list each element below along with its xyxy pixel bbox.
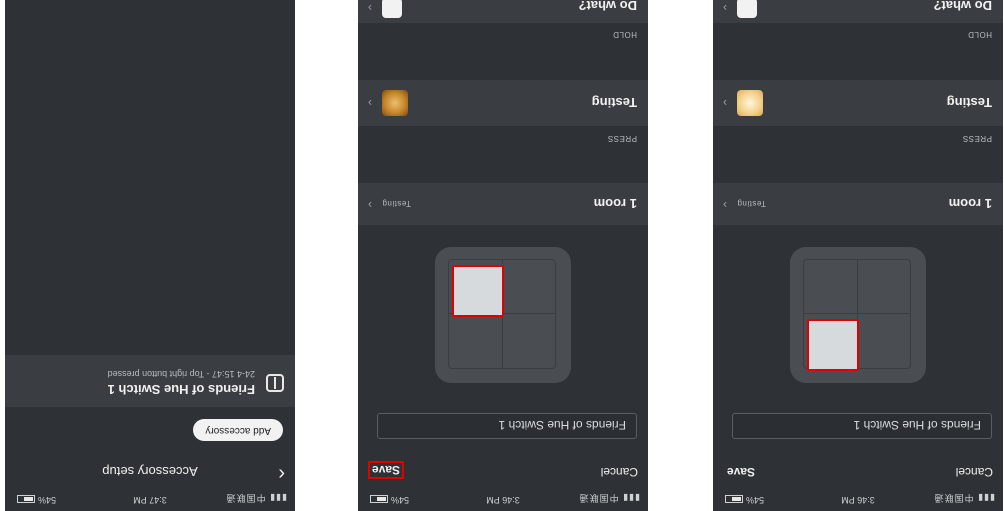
pressed-button-highlight xyxy=(807,319,859,371)
phone-screen-switch-config-b: ▮▮▮ 中国联通 3:46 PM 54% Cancel Save Friends… xyxy=(713,0,1003,511)
battery-icon xyxy=(725,495,743,504)
scene-row[interactable]: Testing › xyxy=(713,80,1003,126)
nav-bar: Cancel Save xyxy=(713,455,1003,489)
room-label: 1 room xyxy=(948,196,992,211)
switch-name-field[interactable]: Friends of Hue Switch 1 xyxy=(377,413,637,439)
switch-button-top-right[interactable] xyxy=(449,314,502,368)
cancel-button[interactable]: Cancel xyxy=(601,465,638,479)
battery-percent: 54% xyxy=(746,495,765,505)
hold-action-row[interactable]: Do what? › xyxy=(713,0,1003,23)
switch-name-field[interactable]: Friends of Hue Switch 1 xyxy=(732,413,992,439)
chevron-right-icon: › xyxy=(368,1,372,15)
hold-action-row[interactable]: Do what? › xyxy=(358,0,648,23)
room-value: Testing xyxy=(382,199,411,208)
battery-percent: 54% xyxy=(38,495,57,505)
battery-indicator: 54% xyxy=(370,495,409,505)
phone-screen-switch-config-a: ▮▮▮ 中国联通 3:46 PM 54% Cancel Save Friends… xyxy=(358,0,648,511)
room-row[interactable]: 1 room Testing › xyxy=(713,183,1003,225)
press-section-label: PRESS xyxy=(962,134,992,143)
room-row[interactable]: 1 room Testing › xyxy=(358,183,648,225)
phone-screen-accessory-setup: ▮▮▮ 中国联通 3:47 PM 54% ‹ Accessory setup A… xyxy=(5,0,295,511)
screen-content-rotated: ▮▮▮ 中国联通 3:46 PM 54% Cancel Save Friends… xyxy=(713,0,1003,511)
status-bar: ▮▮▮ 中国联通 3:47 PM 54% xyxy=(5,489,295,511)
nav-bar: Cancel Save xyxy=(358,455,648,489)
chevron-right-icon: › xyxy=(723,96,727,110)
add-accessory-button[interactable]: Add accessory xyxy=(193,419,283,441)
screen-content-rotated: ▮▮▮ 中国联通 3:46 PM 54% Cancel Save Friends… xyxy=(358,0,648,511)
battery-icon xyxy=(370,495,388,504)
switch-button-bottom-right[interactable] xyxy=(804,260,857,313)
switch-button-top-left[interactable] xyxy=(858,314,910,368)
battery-indicator: 54% xyxy=(725,495,764,505)
status-bar: ▮▮▮ 中国联通 3:46 PM 54% xyxy=(358,489,648,511)
scene-thumbnail xyxy=(737,90,763,116)
switch-diagram xyxy=(790,247,926,383)
battery-percent: 54% xyxy=(391,495,410,505)
room-value: Testing xyxy=(737,199,766,208)
nav-bar: ‹ Accessory setup xyxy=(5,455,295,489)
battery-indicator: 54% xyxy=(17,495,56,505)
scene-thumbnail xyxy=(382,90,408,116)
switch-button-top-left[interactable] xyxy=(503,314,555,368)
chevron-right-icon: › xyxy=(368,96,372,110)
cancel-button[interactable]: Cancel xyxy=(956,465,993,479)
status-bar: ▮▮▮ 中国联通 3:46 PM 54% xyxy=(713,489,1003,511)
save-button[interactable]: Save xyxy=(727,465,755,479)
hold-section-label: HOLD xyxy=(967,30,992,39)
switch-diagram xyxy=(435,247,571,383)
battery-icon xyxy=(17,495,35,504)
chevron-right-icon: › xyxy=(723,1,727,15)
room-label: 1 room xyxy=(593,196,637,211)
action-icon xyxy=(382,0,402,18)
switch-button-bottom-left[interactable] xyxy=(858,260,910,313)
page-title: Accessory setup xyxy=(102,464,198,479)
save-button[interactable]: Save xyxy=(368,461,405,479)
switch-button-bottom-left[interactable] xyxy=(503,260,555,313)
switch-icon xyxy=(266,374,284,392)
hold-action-label: Do what? xyxy=(933,0,993,13)
pressed-button-highlight xyxy=(452,265,504,317)
scene-label: Testing xyxy=(591,95,637,110)
scene-label: Testing xyxy=(946,95,992,110)
action-icon xyxy=(737,0,757,18)
press-section-label: PRESS xyxy=(607,134,637,143)
hold-action-label: Do what? xyxy=(578,0,638,13)
accessory-name: Friends of Hue Switch 1 xyxy=(107,382,255,397)
accessory-subtitle: 24-4 15:47 - Top right button pressed xyxy=(107,369,255,379)
chevron-right-icon: › xyxy=(368,198,372,212)
hold-section-label: HOLD xyxy=(612,30,637,39)
scene-row[interactable]: Testing › xyxy=(358,80,648,126)
chevron-right-icon: › xyxy=(723,198,727,212)
accessory-list-item[interactable]: Friends of Hue Switch 1 24-4 15:47 - Top… xyxy=(5,355,295,407)
screen-content-rotated: ▮▮▮ 中国联通 3:47 PM 54% ‹ Accessory setup A… xyxy=(5,0,295,511)
